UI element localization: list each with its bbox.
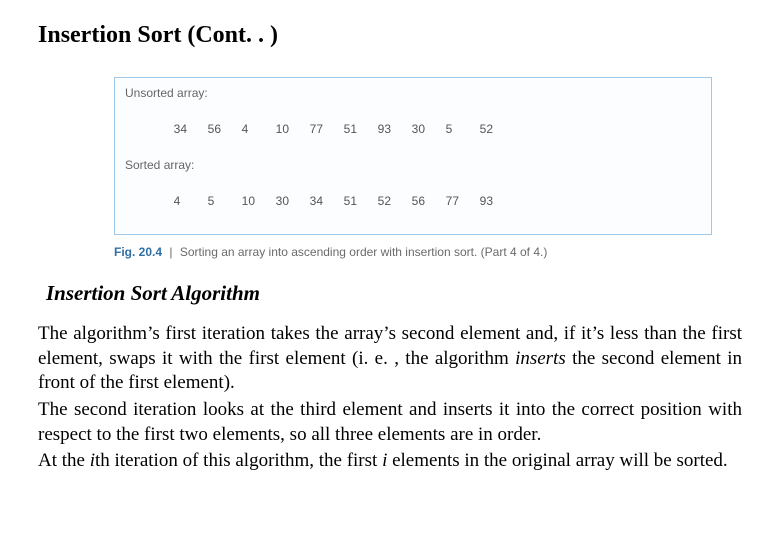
value: 51 [344, 120, 378, 138]
value: 77 [446, 192, 480, 210]
caption-separator: | [169, 245, 172, 259]
value: 4 [242, 120, 276, 138]
caption-text: Sorting an array into ascending order wi… [180, 245, 548, 259]
text: elements in the original array will be s… [387, 450, 727, 471]
value: 56 [412, 192, 446, 210]
body-text: The algorithm’s first iteration takes th… [38, 322, 742, 474]
value: 30 [276, 192, 310, 210]
paragraph: At the ith iteration of this algorithm, … [38, 449, 742, 474]
text: At the [38, 450, 90, 471]
caption-label: Fig. 20.4 [114, 245, 162, 259]
value: 5 [208, 192, 242, 210]
page: Insertion Sort (Cont. . ) Unsorted array… [0, 0, 780, 474]
sorted-values: 451030345152567793 [125, 174, 701, 228]
value: 52 [378, 192, 412, 210]
value: 34 [310, 192, 344, 210]
value: 93 [480, 192, 514, 210]
paragraph: The second iteration looks at the third … [38, 398, 742, 447]
code-output-box: Unsorted array: 345641077519330552 Sorte… [114, 77, 712, 235]
unsorted-label: Unsorted array: [125, 84, 701, 102]
value: 77 [310, 120, 344, 138]
section-heading: Insertion Sort Algorithm [46, 281, 742, 306]
figure: Unsorted array: 345641077519330552 Sorte… [114, 77, 712, 261]
unsorted-values: 345641077519330552 [125, 102, 701, 156]
value: 5 [446, 120, 480, 138]
value: 52 [480, 120, 514, 138]
figure-caption: Fig. 20.4 | Sorting an array into ascend… [114, 243, 712, 261]
value: 30 [412, 120, 446, 138]
emphasis: inserts [515, 348, 566, 369]
value: 4 [174, 192, 208, 210]
page-title: Insertion Sort (Cont. . ) [38, 22, 742, 49]
sorted-label: Sorted array: [125, 156, 701, 174]
paragraph: The algorithm’s first iteration takes th… [38, 322, 742, 396]
value: 51 [344, 192, 378, 210]
value: 10 [242, 192, 276, 210]
value: 56 [208, 120, 242, 138]
value: 93 [378, 120, 412, 138]
text: th iteration of this algorithm, the firs… [95, 450, 382, 471]
value: 10 [276, 120, 310, 138]
value: 34 [174, 120, 208, 138]
